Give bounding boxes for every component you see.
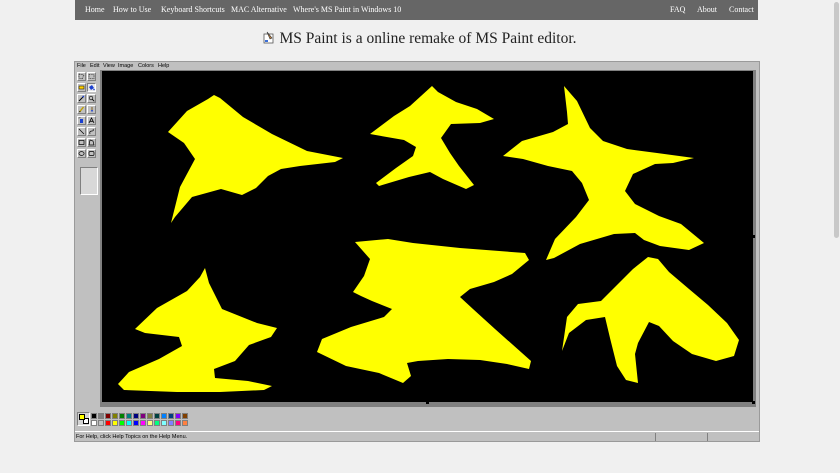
- yellow-shape-2: [370, 86, 494, 189]
- free-form-select-tool[interactable]: [77, 72, 86, 81]
- status-bar: For Help, click Help Topics on the Help …: [75, 431, 759, 442]
- color-picker-tool[interactable]: [77, 94, 86, 103]
- airbrush-tool[interactable]: [77, 116, 86, 125]
- menu-edit[interactable]: Edit: [90, 63, 99, 69]
- menu-file[interactable]: File: [77, 63, 86, 69]
- fill-tool[interactable]: [87, 83, 96, 92]
- magnifier-tool[interactable]: [87, 94, 96, 103]
- resize-handle-right[interactable]: [752, 235, 755, 238]
- page-scrollbar[interactable]: [832, 0, 840, 473]
- palette-color-swatch[interactable]: [182, 420, 188, 426]
- eraser-tool[interactable]: [77, 83, 86, 92]
- palette-color-swatch[interactable]: [154, 420, 160, 426]
- palette-color-swatch[interactable]: [168, 413, 174, 419]
- palette-color-swatch[interactable]: [161, 413, 167, 419]
- page-scrollbar-thumb[interactable]: [834, 2, 839, 238]
- palette-color-swatch[interactable]: [161, 420, 167, 426]
- text-tool[interactable]: [87, 116, 96, 125]
- status-text: For Help, click Help Topics on the Help …: [76, 434, 188, 440]
- color-palette: [77, 411, 277, 429]
- nav-about-link[interactable]: About: [697, 5, 717, 14]
- palette-color-swatch[interactable]: [154, 413, 160, 419]
- nav-how-to-use-link[interactable]: How to Use: [113, 5, 151, 14]
- ellipse-tool[interactable]: [77, 149, 86, 158]
- toolbox: [77, 70, 99, 400]
- yellow-shape-6: [562, 257, 739, 383]
- rounded-rectangle-tool[interactable]: [87, 149, 96, 158]
- palette-color-swatch[interactable]: [182, 413, 188, 419]
- foreground-color-swatch[interactable]: [79, 414, 85, 420]
- nav-faq-link[interactable]: FAQ: [670, 5, 685, 14]
- yellow-shape-1: [168, 95, 343, 223]
- yellow-shape-5: [317, 239, 531, 383]
- palette-color-swatch[interactable]: [98, 413, 104, 419]
- drawing-canvas[interactable]: [102, 71, 755, 404]
- palette-color-swatch[interactable]: [147, 420, 153, 426]
- nav-keyboard-shortcuts-link[interactable]: Keyboard Shortcuts: [161, 5, 225, 14]
- curve-tool[interactable]: [87, 127, 96, 136]
- paint-app: File Edit View Image Colors Help For Hel…: [74, 61, 760, 442]
- palette-color-swatch[interactable]: [126, 413, 132, 419]
- rectangle-tool[interactable]: [77, 138, 86, 147]
- palette-color-swatch[interactable]: [105, 413, 111, 419]
- select-tool[interactable]: [87, 72, 96, 81]
- menu-help[interactable]: Help: [158, 63, 169, 69]
- nav-mac-alternative-link[interactable]: MAC Alternative: [231, 5, 287, 14]
- palette-color-swatch[interactable]: [119, 413, 125, 419]
- canvas-drawing: [118, 86, 739, 392]
- nav-contact-link[interactable]: Contact: [729, 5, 754, 14]
- tool-options-box[interactable]: [80, 167, 98, 195]
- current-colors[interactable]: [77, 412, 90, 426]
- resize-handle-corner[interactable]: [752, 401, 755, 404]
- palette-color-swatch[interactable]: [91, 413, 97, 419]
- status-divider: [655, 433, 656, 441]
- palette-color-swatch[interactable]: [98, 420, 104, 426]
- palette-color-swatch[interactable]: [133, 420, 139, 426]
- paint-logo-icon: [263, 31, 275, 44]
- palette-color-swatch[interactable]: [112, 420, 118, 426]
- menu-view[interactable]: View: [103, 63, 115, 69]
- status-divider: [707, 433, 708, 441]
- canvas-area: [100, 70, 756, 407]
- palette-color-swatch[interactable]: [175, 413, 181, 419]
- palette-color-swatch[interactable]: [147, 413, 153, 419]
- palette-color-swatch[interactable]: [119, 420, 125, 426]
- menu-image[interactable]: Image: [118, 63, 133, 69]
- palette-color-swatch[interactable]: [126, 420, 132, 426]
- yellow-shape-3: [503, 86, 704, 260]
- brush-tool[interactable]: [87, 105, 96, 114]
- page-title-text: MS Paint is a online remake of MS Paint …: [279, 30, 577, 47]
- palette-color-swatch[interactable]: [175, 420, 181, 426]
- palette-color-swatch[interactable]: [112, 413, 118, 419]
- nav-windows10-link[interactable]: Where's MS Paint in Windows 10: [293, 5, 401, 14]
- polygon-tool[interactable]: [87, 138, 96, 147]
- palette-color-swatch[interactable]: [133, 413, 139, 419]
- resize-handle-bottom[interactable]: [426, 401, 429, 404]
- pencil-tool[interactable]: [77, 105, 86, 114]
- line-tool[interactable]: [77, 127, 86, 136]
- nav-home-link[interactable]: Home: [85, 5, 105, 14]
- palette-color-swatch[interactable]: [168, 420, 174, 426]
- palette-color-swatch[interactable]: [91, 420, 97, 426]
- palette-color-swatch[interactable]: [140, 413, 146, 419]
- palette-color-swatch[interactable]: [140, 420, 146, 426]
- yellow-shape-4: [118, 268, 277, 392]
- menu-bar: File Edit View Image Colors Help: [75, 62, 759, 70]
- top-nav: Home How to Use Keyboard Shortcuts MAC A…: [75, 0, 758, 20]
- page-title: MS Paint is a online remake of MS Paint …: [0, 30, 840, 48]
- palette-color-swatch[interactable]: [105, 420, 111, 426]
- menu-colors[interactable]: Colors: [138, 63, 154, 69]
